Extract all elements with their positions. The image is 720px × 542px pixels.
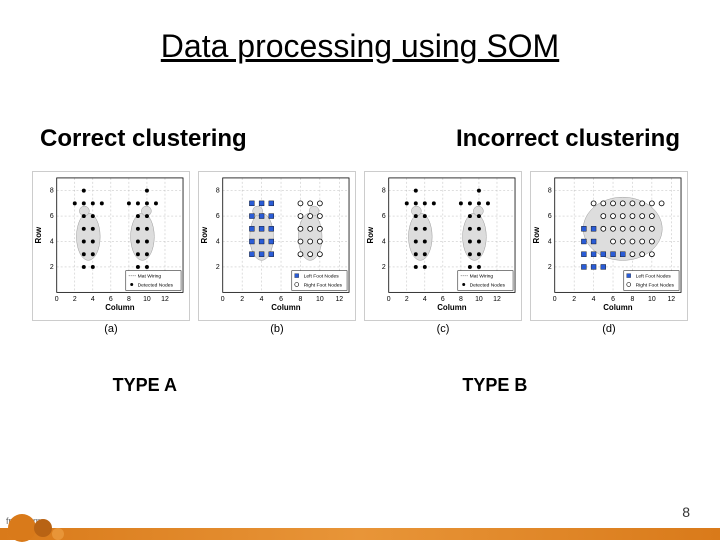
svg-text:Row: Row	[200, 226, 209, 243]
decor-circle-icon	[34, 519, 52, 537]
svg-text:2: 2	[50, 264, 54, 271]
decor-circle-icon	[52, 528, 64, 540]
svg-text:4: 4	[382, 238, 386, 245]
svg-text:2: 2	[382, 264, 386, 271]
svg-text:6: 6	[216, 213, 220, 220]
svg-text:2: 2	[240, 296, 244, 303]
chart-c: 0246810122468ColumnRow Mat WiringDetecte…	[364, 171, 522, 321]
svg-text:4: 4	[592, 296, 596, 303]
type-labels-row: TYPE A TYPE B	[30, 375, 690, 396]
template-footer-strip	[0, 528, 720, 540]
svg-text:2: 2	[405, 296, 409, 303]
svg-text:6: 6	[50, 213, 54, 220]
decor-circle-icon	[8, 514, 36, 542]
plot-a-id: (a)	[104, 323, 117, 335]
svg-text:4: 4	[50, 238, 54, 245]
svg-text:Column: Column	[603, 303, 632, 312]
svg-text:4: 4	[216, 238, 220, 245]
svg-text:2: 2	[73, 296, 77, 303]
svg-text:0: 0	[221, 296, 225, 303]
plot-b-id: (b)	[270, 323, 283, 335]
svg-text:0: 0	[553, 296, 557, 303]
svg-text:8: 8	[216, 188, 220, 195]
chart-d-wrap: 0246810122468ColumnRowLeft Foot NodesRig…	[528, 171, 690, 335]
slide-title: Data processing using SOM	[30, 28, 690, 65]
svg-text:8: 8	[548, 188, 552, 195]
chart-a: 0246810122468ColumnRow Mat WiringDetecte…	[32, 171, 190, 321]
svg-text:12: 12	[161, 296, 169, 303]
svg-text:Left Foot Nodes: Left Foot Nodes	[636, 274, 672, 280]
svg-text:Right Foot Nodes: Right Foot Nodes	[304, 282, 343, 288]
chart-c-wrap: 0246810122468ColumnRow Mat WiringDetecte…	[362, 171, 524, 335]
svg-text:4: 4	[260, 296, 264, 303]
chart-b: 0246810122468ColumnRow Left Foot NodesRi…	[198, 171, 356, 321]
svg-text:Detected Nodes: Detected Nodes	[138, 282, 174, 288]
svg-text:0: 0	[387, 296, 391, 303]
svg-text:Column: Column	[437, 303, 466, 312]
svg-text:6: 6	[548, 213, 552, 220]
chart-d: 0246810122468ColumnRowLeft Foot NodesRig…	[530, 171, 688, 321]
svg-text:12: 12	[335, 296, 343, 303]
svg-text:4: 4	[548, 238, 552, 245]
svg-text:10: 10	[143, 296, 151, 303]
type-a-label: TYPE A	[113, 375, 177, 396]
svg-text:2: 2	[572, 296, 576, 303]
svg-text:8: 8	[50, 188, 54, 195]
svg-text:2: 2	[216, 264, 220, 271]
svg-text:8: 8	[382, 188, 386, 195]
svg-text:0: 0	[55, 296, 59, 303]
svg-text:Left Foot Nodes: Left Foot Nodes	[304, 274, 340, 280]
svg-text:Row: Row	[532, 226, 541, 243]
svg-text:12: 12	[493, 296, 501, 303]
charts-row: 0 2 4 6 8 10 12 2 4 6 8 Column Row Mat Wiring Detecte…	[30, 171, 690, 335]
chart-a-wrap: 0246810122468ColumnRow Mat WiringDetecte…	[30, 171, 192, 335]
svg-text:Column: Column	[105, 303, 134, 312]
svg-text:4: 4	[91, 296, 95, 303]
svg-text:2: 2	[548, 264, 552, 271]
svg-text:10: 10	[648, 296, 656, 303]
svg-text:10: 10	[475, 296, 483, 303]
svg-text:Column: Column	[271, 303, 300, 312]
plot-d-id: (d)	[602, 323, 615, 335]
svg-text:Row: Row	[366, 226, 375, 243]
svg-text:4: 4	[423, 296, 427, 303]
subtitles-row: Correct clustering Incorrect clustering	[30, 125, 690, 153]
svg-text:Row: Row	[34, 226, 43, 243]
subtitle-correct: Correct clustering	[40, 125, 247, 153]
svg-text:Mat Wiring: Mat Wiring	[470, 274, 494, 280]
page-number: 8	[682, 504, 690, 520]
svg-text:6: 6	[382, 213, 386, 220]
svg-text:10: 10	[316, 296, 324, 303]
plot-c-id: (c)	[437, 323, 450, 335]
type-b-label: TYPE B	[462, 375, 527, 396]
svg-text:12: 12	[667, 296, 675, 303]
chart-b-wrap: 0246810122468ColumnRow Left Foot NodesRi…	[196, 171, 358, 335]
svg-text:Mat Wiring: Mat Wiring	[138, 274, 162, 280]
subtitle-incorrect: Incorrect clustering	[456, 125, 680, 153]
slide: Data processing using SOM Correct cluste…	[0, 0, 720, 540]
svg-text:Right Foot Nodes: Right Foot Nodes	[636, 282, 675, 288]
svg-text:Detected Nodes: Detected Nodes	[470, 282, 506, 288]
